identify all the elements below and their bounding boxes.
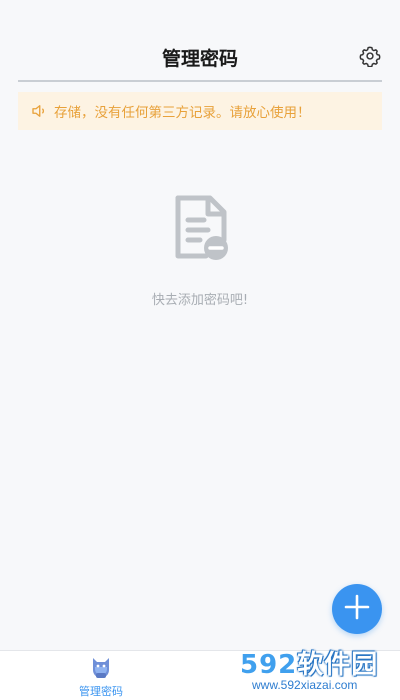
speaker-icon [30,102,48,120]
empty-document-icon [170,194,232,264]
tab-manage-passwords[interactable]: 管理密码 [60,651,142,700]
empty-state-text: 快去添加密码吧! [151,293,249,308]
header-divider [18,80,382,82]
add-password-button[interactable] [332,584,382,634]
cat-mascot-icon [90,655,112,679]
notice-text: 存储，没有任何第三方记录。请放心使用！ [54,105,311,121]
watermark-logo: 592软件园 www.592xiazai.com [236,640,400,700]
tab-label: 管理密码 [79,685,123,698]
notice-bar: 存储，没有任何第三方记录。请放心使用！ [18,92,382,130]
plus-icon [344,594,370,624]
header: 管理密码 [0,0,400,82]
watermark-brand: 软件园 [297,650,379,680]
watermark-url: www.592xiazai.com [252,678,358,692]
gear-icon[interactable] [359,45,381,68]
watermark-number: 592 [240,650,298,680]
page-title: 管理密码 [161,48,238,70]
